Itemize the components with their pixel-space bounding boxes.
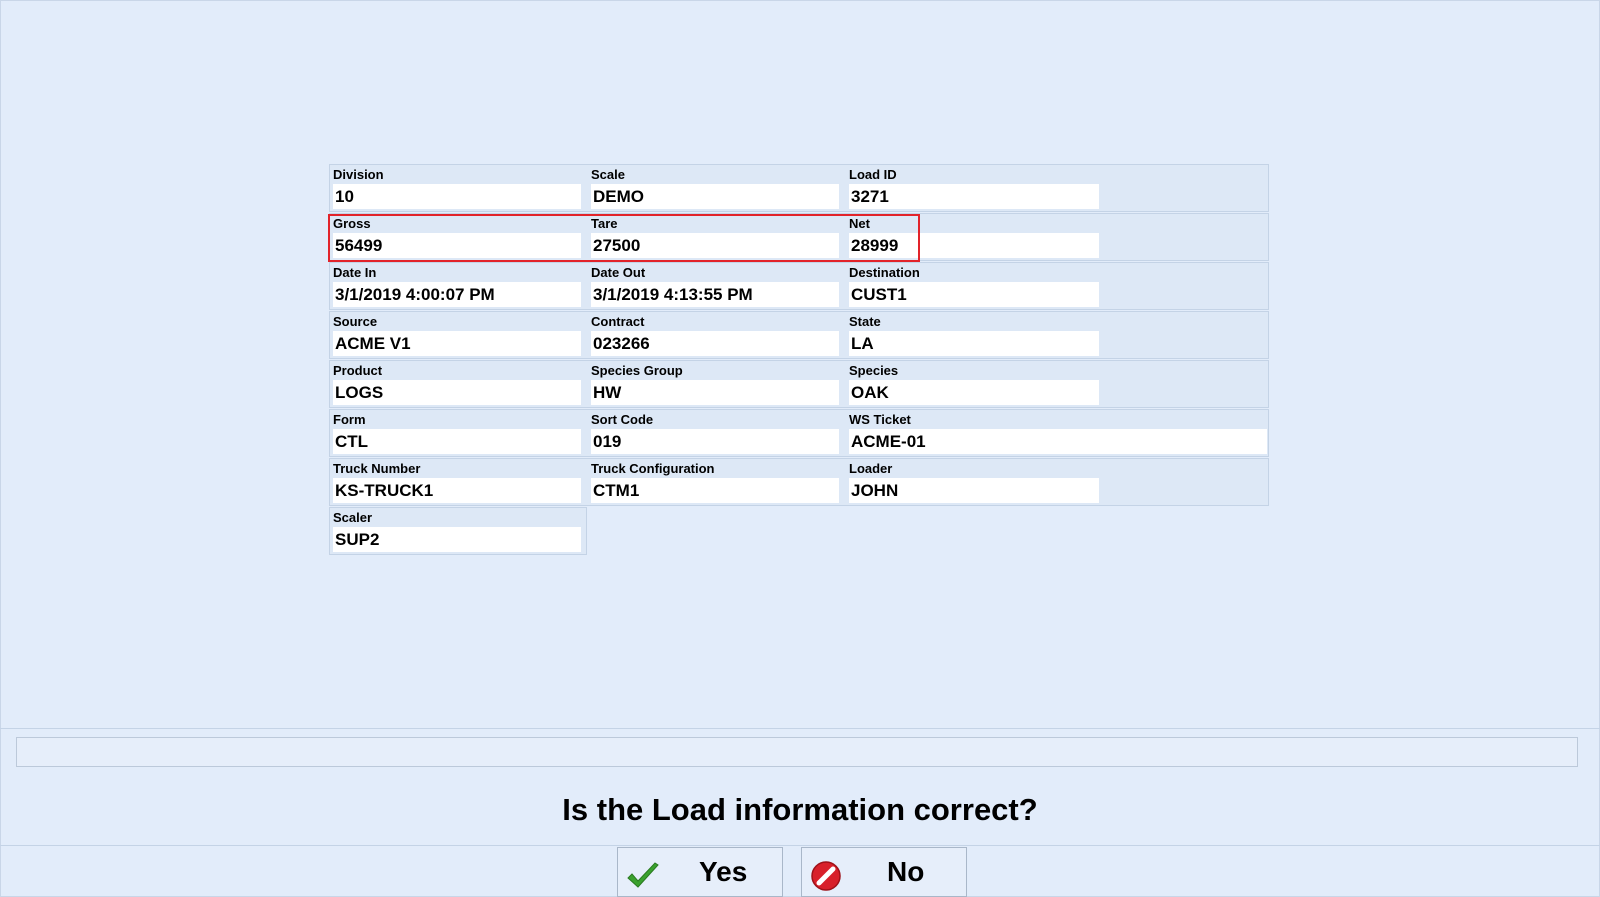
scaler-label: Scaler xyxy=(333,510,373,525)
scaler-field[interactable]: SUP2 xyxy=(333,527,581,552)
sort-code-label: Sort Code xyxy=(591,412,654,427)
loader-label: Loader xyxy=(849,461,893,476)
tare-field[interactable]: 27500 xyxy=(591,233,839,258)
date-in-cell: Date In 3/1/2019 4:00:07 PM xyxy=(330,263,586,311)
destination-label: Destination xyxy=(849,265,920,280)
row-scaler: Scaler SUP2 xyxy=(329,507,587,555)
truck-configuration-cell: Truck Configuration CTM1 xyxy=(588,459,844,507)
no-button[interactable]: No xyxy=(801,847,967,897)
date-out-label: Date Out xyxy=(591,265,646,280)
confirmation-question: Is the Load information correct? xyxy=(562,792,1038,827)
yes-button-label: Yes xyxy=(699,856,748,887)
state-cell: State LA xyxy=(846,312,1270,360)
species-group-field[interactable]: HW xyxy=(591,380,839,405)
product-label: Product xyxy=(333,363,383,378)
date-out-field[interactable]: 3/1/2019 4:13:55 PM xyxy=(591,282,839,307)
row-gross-tare-net: Gross 56499 Tare 27500 Net 28999 xyxy=(329,213,1269,261)
divider xyxy=(0,728,1600,729)
scale-cell: Scale DEMO xyxy=(588,165,844,213)
no-button-label: No xyxy=(887,856,925,887)
sort-code-cell: Sort Code 019 xyxy=(588,410,844,458)
source-cell: Source ACME V1 xyxy=(330,312,586,360)
ws-ticket-label: WS Ticket xyxy=(849,412,911,427)
yes-button[interactable]: Yes xyxy=(617,847,783,897)
date-in-label: Date In xyxy=(333,265,377,280)
row-truck-loader: Truck Number KS-TRUCK1 Truck Configurati… xyxy=(329,458,1269,506)
destination-field[interactable]: CUST1 xyxy=(849,282,1099,307)
load-id-label: Load ID xyxy=(849,167,897,182)
ws-ticket-field[interactable]: ACME-01 xyxy=(849,429,1267,454)
scale-label: Scale xyxy=(591,167,625,182)
state-field[interactable]: LA xyxy=(849,331,1099,356)
product-cell: Product LOGS xyxy=(330,361,586,409)
status-bar xyxy=(16,737,1578,767)
species-group-cell: Species Group HW xyxy=(588,361,844,409)
net-cell: Net 28999 xyxy=(846,214,1270,262)
ws-ticket-cell: WS Ticket ACME-01 xyxy=(846,410,1270,458)
species-group-label: Species Group xyxy=(591,363,683,378)
contract-cell: Contract 023266 xyxy=(588,312,844,360)
row-source-contract-state: Source ACME V1 Contract 023266 State LA xyxy=(329,311,1269,359)
row-form-sortcode-ticket: Form CTL Sort Code 019 WS Ticket ACME-01 xyxy=(329,409,1269,457)
truck-number-field[interactable]: KS-TRUCK1 xyxy=(333,478,581,503)
truck-configuration-field[interactable]: CTM1 xyxy=(591,478,839,503)
row-product-species: Product LOGS Species Group HW Species OA… xyxy=(329,360,1269,408)
contract-label: Contract xyxy=(591,314,645,329)
product-field[interactable]: LOGS xyxy=(333,380,581,405)
division-label: Division xyxy=(333,167,384,182)
net-label: Net xyxy=(849,216,870,231)
gross-label: Gross xyxy=(333,216,371,231)
no-entry-icon xyxy=(811,861,841,891)
truck-configuration-label: Truck Configuration xyxy=(591,461,715,476)
sort-code-field[interactable]: 019 xyxy=(591,429,839,454)
date-in-field[interactable]: 3/1/2019 4:00:07 PM xyxy=(333,282,581,307)
load-id-cell: Load ID 3271 xyxy=(846,165,1270,213)
species-label: Species xyxy=(849,363,899,378)
species-field[interactable]: OAK xyxy=(849,380,1099,405)
scaler-cell: Scaler SUP2 xyxy=(330,508,586,556)
loader-field[interactable]: JOHN xyxy=(849,478,1099,503)
scale-field[interactable]: DEMO xyxy=(591,184,839,209)
row-division-scale-loadid: Division 10 Scale DEMO Load ID 3271 xyxy=(329,164,1269,212)
load-id-field[interactable]: 3271 xyxy=(849,184,1099,209)
state-label: State xyxy=(849,314,881,329)
tare-cell: Tare 27500 xyxy=(588,214,844,262)
source-label: Source xyxy=(333,314,378,329)
form-label: Form xyxy=(333,412,366,427)
contract-field[interactable]: 023266 xyxy=(591,331,839,356)
form-field[interactable]: CTL xyxy=(333,429,581,454)
form-cell: Form CTL xyxy=(330,410,586,458)
gross-field[interactable]: 56499 xyxy=(333,233,581,258)
loader-cell: Loader JOHN xyxy=(846,459,1270,507)
date-out-cell: Date Out 3/1/2019 4:13:55 PM xyxy=(588,263,844,311)
row-dates-destination: Date In 3/1/2019 4:00:07 PM Date Out 3/1… xyxy=(329,262,1269,310)
source-field[interactable]: ACME V1 xyxy=(333,331,581,356)
truck-number-label: Truck Number xyxy=(333,461,421,476)
truck-number-cell: Truck Number KS-TRUCK1 xyxy=(330,459,586,507)
destination-cell: Destination CUST1 xyxy=(846,263,1270,311)
net-field[interactable]: 28999 xyxy=(849,233,1099,258)
button-bar xyxy=(0,845,1600,897)
species-cell: Species OAK xyxy=(846,361,1270,409)
gross-cell: Gross 56499 xyxy=(330,214,586,262)
division-cell: Division 10 xyxy=(330,165,586,213)
tare-label: Tare xyxy=(591,216,618,231)
division-field[interactable]: 10 xyxy=(333,184,581,209)
checkmark-icon xyxy=(627,862,659,888)
